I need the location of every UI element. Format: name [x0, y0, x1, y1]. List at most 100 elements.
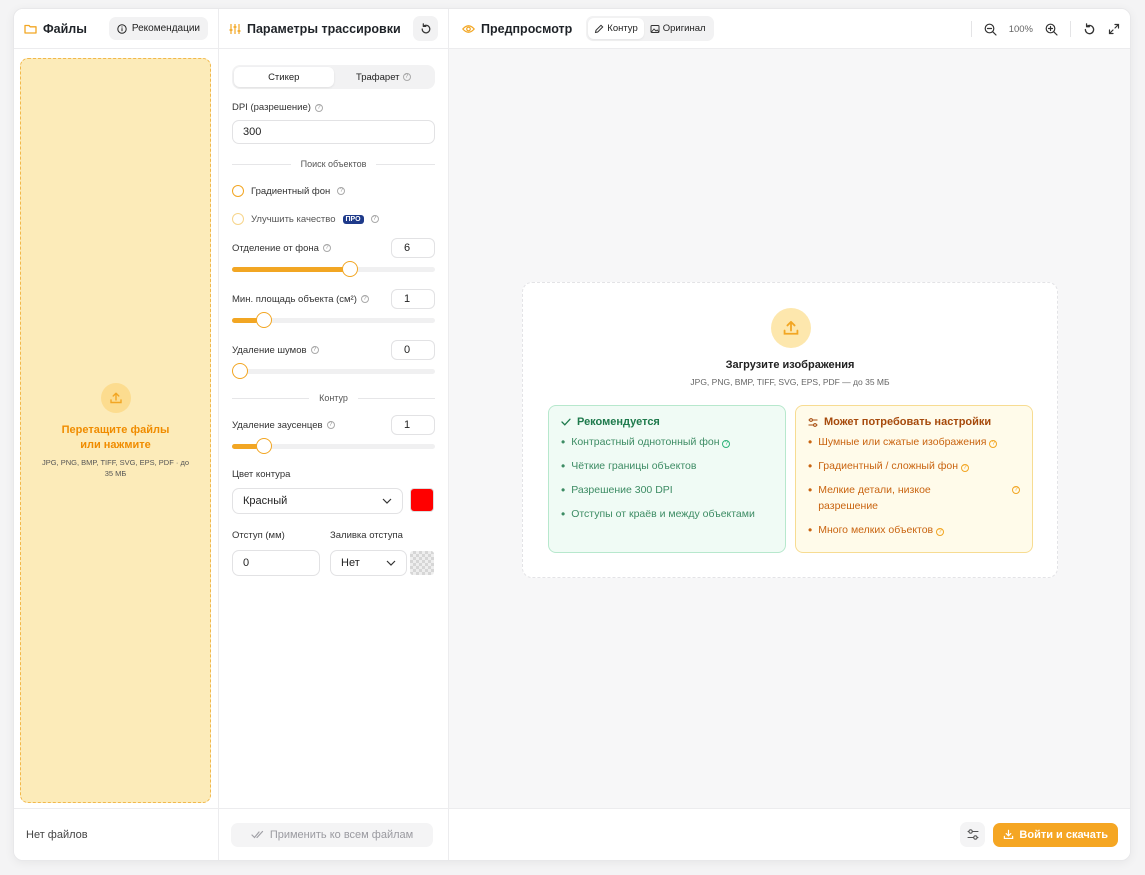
reset-view-icon[interactable] [1083, 22, 1096, 36]
list-item: • Отступы от краёв и между объектами [561, 507, 755, 521]
params-footer: Применить ко всем файлам [219, 808, 448, 860]
offset-fill-value: Нет [341, 557, 360, 569]
min-area-slider[interactable] [232, 312, 435, 328]
improve-quality-label: Улучшить качество [251, 213, 336, 225]
slider-fill [232, 267, 352, 272]
help-icon: ? [960, 464, 969, 472]
preview-header: Предпросмотр Контур Оригинал 100% [449, 9, 1130, 49]
slider-thumb[interactable] [232, 363, 248, 379]
tab-contour-label: Контур [607, 23, 638, 34]
reset-params-button[interactable] [413, 16, 438, 41]
burr-removal-slider[interactable] [232, 438, 435, 454]
zoom-in-icon[interactable] [1045, 23, 1058, 36]
tuning-item-text: Мелкие детали, низкое разрешение [818, 484, 931, 512]
zoom-out-icon[interactable] [984, 23, 997, 36]
mode-tab-stencil[interactable]: Трафарет? [334, 67, 434, 87]
recommended-box: Рекомендуется • Контрастный однотонный фо… [548, 405, 786, 553]
mode-tab-sticker[interactable]: Стикер [234, 67, 334, 87]
help-icon: ? [314, 103, 323, 112]
list-item: • Разрешение 300 DPI [561, 483, 673, 497]
gradient-bg-radio[interactable] [232, 185, 244, 197]
tab-contour[interactable]: Контур [588, 18, 644, 39]
burr-removal-label-row: Удаление заусенцев? [232, 420, 335, 431]
contour-color-swatch[interactable] [410, 488, 434, 512]
chevron-down-icon [386, 560, 396, 566]
tuning-item-text: Шумные или сжатые изображения [818, 436, 987, 448]
noise-removal-label-row: Удаление шумов? [232, 345, 319, 356]
list-item: • Шумные или сжатые изображения ? [808, 434, 1020, 450]
burr-removal-input[interactable]: 1 [391, 415, 435, 435]
dpi-label-row: DPI (разрешение)? [232, 102, 435, 113]
login-download-button[interactable]: Войти и скачать [993, 822, 1118, 847]
offset-labels-row: Отступ (мм) Заливка отступа [232, 530, 435, 541]
recommendations-label: Рекомендации [131, 23, 200, 34]
burr-removal-label: Удаление заусенцев [232, 419, 323, 431]
export-settings-button[interactable] [960, 822, 986, 847]
tuning-list: • Шумные или сжатые изображения ? • Градие… [808, 434, 1020, 538]
gradient-bg-option[interactable]: Градиентный фон ? [232, 185, 435, 197]
contour-color-select[interactable]: Красный [232, 488, 403, 514]
app-window: Файлы Рекомендации Перетащите файлы или … [13, 8, 1131, 861]
info-icon [117, 23, 127, 34]
list-item: • Градиентный / сложный фон ? [808, 458, 1020, 474]
slider-thumb[interactable] [256, 312, 273, 328]
upload-icon [771, 308, 811, 348]
dpi-input[interactable]: 300 [232, 120, 435, 144]
recommended-item-text: Контрастный однотонный фон [571, 436, 720, 448]
upload-title: Загрузите изображения [725, 359, 855, 371]
recommendations-button[interactable]: Рекомендации [108, 17, 208, 40]
upload-formats: JPG, PNG, BMP, TIFF, SVG, EPS, PDF — до … [690, 377, 890, 387]
files-footer: Нет файлов [14, 808, 218, 860]
bg-separation-label-row: Отделение от фона? [232, 243, 331, 254]
bg-separation-input[interactable]: 6 [391, 238, 435, 258]
recommended-list: • Контрастный однотонный фон ? • Чёткие гр… [561, 434, 773, 522]
help-icon: ? [310, 346, 319, 354]
mode-switch: Стикер Трафарет? [232, 65, 435, 89]
trace-params-panel: Параметры трассировки Стикер Трафарет? D… [219, 9, 449, 860]
gradient-bg-label: Градиентный фон [251, 185, 331, 197]
drop-zone-formats: JPG, PNG, BMP, TIFF, SVG, EPS, PDF · до … [41, 457, 190, 478]
recommended-heading: Рекомендуется [561, 416, 773, 428]
offset-label: Отступ (мм) [232, 530, 285, 541]
slider-thumb[interactable] [342, 261, 359, 277]
apply-all-button[interactable]: Применить ко всем файлам [231, 822, 433, 847]
files-heading: Файлы [24, 22, 87, 36]
sliders-icon [229, 23, 241, 34]
zoom-level: 100% [1008, 23, 1033, 35]
min-area-label: Мин. площадь объекта (см²) [232, 293, 357, 305]
min-area-row: Мин. площадь объекта (см²)? 1 [232, 289, 435, 309]
tuning-heading: Может потребовать настройки [808, 416, 1020, 428]
slider-thumb[interactable] [256, 438, 273, 454]
offset-input[interactable]: 0 [232, 550, 320, 576]
dpi-label: DPI (разрешение) [232, 102, 311, 113]
tab-original[interactable]: Оригинал [644, 18, 712, 39]
recommended-item-text: Разрешение 300 DPI [571, 484, 673, 496]
improve-quality-radio[interactable] [232, 213, 244, 225]
transparent-fill-swatch[interactable] [410, 551, 434, 575]
list-item: • Мелкие детали, низкое разрешение? [808, 482, 1020, 514]
upload-card[interactable]: Загрузите изображения JPG, PNG, BMP, TIF… [522, 282, 1058, 578]
preview-view-tabs: Контур Оригинал [586, 16, 714, 41]
burr-removal-row: Удаление заусенцев? 1 [232, 415, 435, 435]
toolbar-divider [970, 21, 972, 37]
folder-icon [24, 24, 37, 34]
files-status: Нет файлов [26, 828, 88, 841]
tuning-item-text: Градиентный / сложный фон [818, 460, 959, 472]
section-divider-contour: Контур [232, 393, 435, 403]
settings-sliders-icon [808, 417, 818, 427]
noise-removal-input[interactable]: 0 [391, 340, 435, 360]
bg-separation-slider[interactable] [232, 261, 435, 277]
pen-icon [595, 24, 604, 33]
double-check-icon [251, 830, 263, 839]
file-drop-zone[interactable]: Перетащите файлы или нажмите JPG, PNG, B… [20, 58, 211, 803]
improve-quality-option[interactable]: Улучшить качество ПРО ? [232, 213, 435, 225]
pro-badge: ПРО [342, 214, 364, 224]
offset-fill-select[interactable]: Нет [330, 550, 407, 576]
slider-fill [232, 318, 259, 323]
help-icon: ? [936, 528, 945, 536]
fullscreen-icon[interactable] [1108, 23, 1120, 35]
noise-removal-slider[interactable] [232, 363, 435, 379]
min-area-input[interactable]: 1 [391, 289, 435, 309]
tuning-title: Может потребовать настройки [824, 416, 992, 428]
help-icon: ? [322, 244, 331, 252]
